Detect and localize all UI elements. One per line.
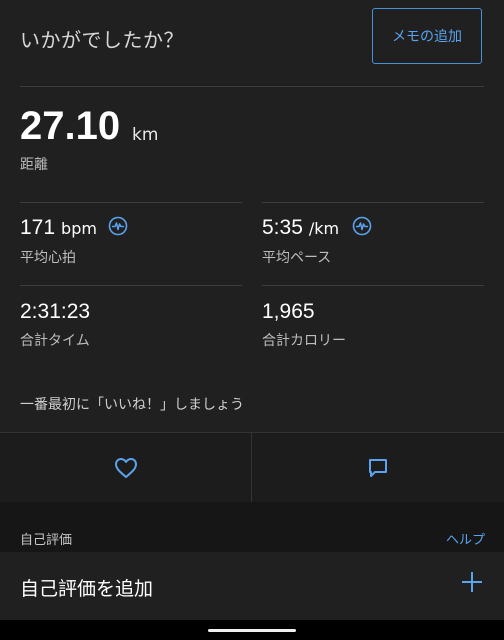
heart-rate-icon[interactable] [108,216,128,236]
avg-heart-rate-unit: bpm [61,219,97,238]
avg-pace-unit: /km [308,219,340,238]
heart-rate-icon[interactable] [352,216,372,236]
divider [262,202,484,203]
total-calories-label: 合計カロリー [262,333,346,349]
like-button[interactable] [0,433,251,503]
plus-icon[interactable] [458,568,486,596]
self-evaluation-label: 自己評価 [20,533,73,548]
add-self-evaluation-label: 自己評価を追加 [20,578,154,600]
distance-unit: km [132,125,159,145]
avg-pace-value: 5:35 [262,216,303,239]
avg-heart-rate-label: 平均心拍 [20,250,76,266]
divider [20,202,242,203]
first-like-prompt: 一番最初に「いいね！」しましょう [20,397,244,413]
total-time-label: 合計タイム [20,333,90,349]
distance-label: 距離 [20,157,48,173]
divider [20,86,484,87]
heart-icon [114,458,137,478]
avg-heart-rate-value: 171 [20,216,56,239]
comment-icon [368,459,387,477]
social-action-bar [0,432,504,504]
avg-heart-rate-stat: 171 bpm [20,216,97,240]
comment-button[interactable] [252,433,503,503]
self-evaluation-header [0,502,504,552]
avg-pace-label: 平均ペース [262,250,332,266]
total-time-value: 2:31:23 [20,300,91,323]
avg-pace-stat: 5:35 /km [262,216,339,240]
divider [20,285,242,286]
distance-value: 27.10 [20,104,121,148]
help-link[interactable]: ヘルプ [446,529,485,548]
feedback-prompt: いかがでしたか？ [20,28,184,52]
add-memo-button[interactable]: メモの追加 [372,8,482,64]
divider [262,285,484,286]
total-calories-value: 1,965 [262,300,315,323]
home-gesture-handle[interactable] [208,629,296,632]
